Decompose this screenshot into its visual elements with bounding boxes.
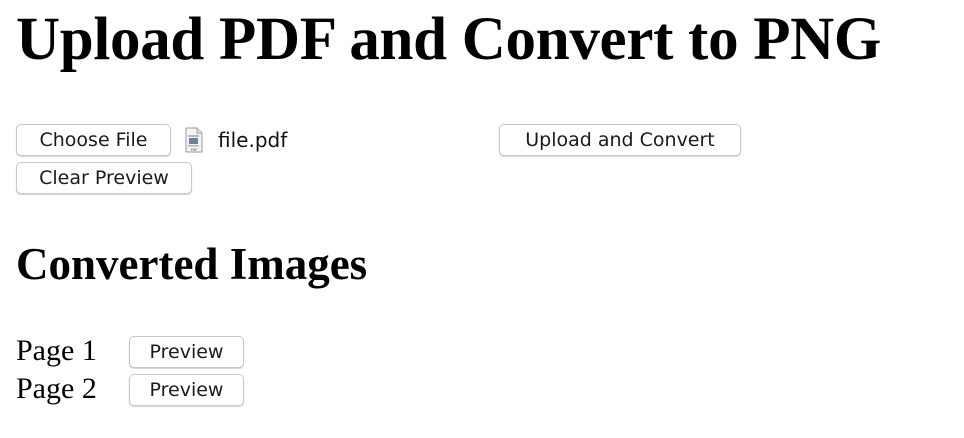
svg-text:PDF: PDF (191, 148, 198, 152)
choose-file-button[interactable]: Choose File (16, 124, 171, 156)
page-title: Upload PDF and Convert to PNG (16, 6, 882, 73)
preview-page-2-button[interactable]: Preview (129, 374, 244, 406)
selected-file: PDF file.pdf (184, 124, 287, 156)
converted-images-heading: Converted Images (16, 239, 368, 289)
clear-preview-button[interactable]: Clear Preview (16, 162, 192, 194)
upload-and-convert-button[interactable]: Upload and Convert (499, 124, 741, 156)
preview-page-1-button[interactable]: Preview (129, 336, 244, 368)
pdf-file-icon: PDF (184, 127, 204, 153)
page-label: Page 1 (16, 334, 97, 367)
selected-file-name: file.pdf (218, 128, 288, 152)
page-label: Page 2 (16, 372, 97, 405)
